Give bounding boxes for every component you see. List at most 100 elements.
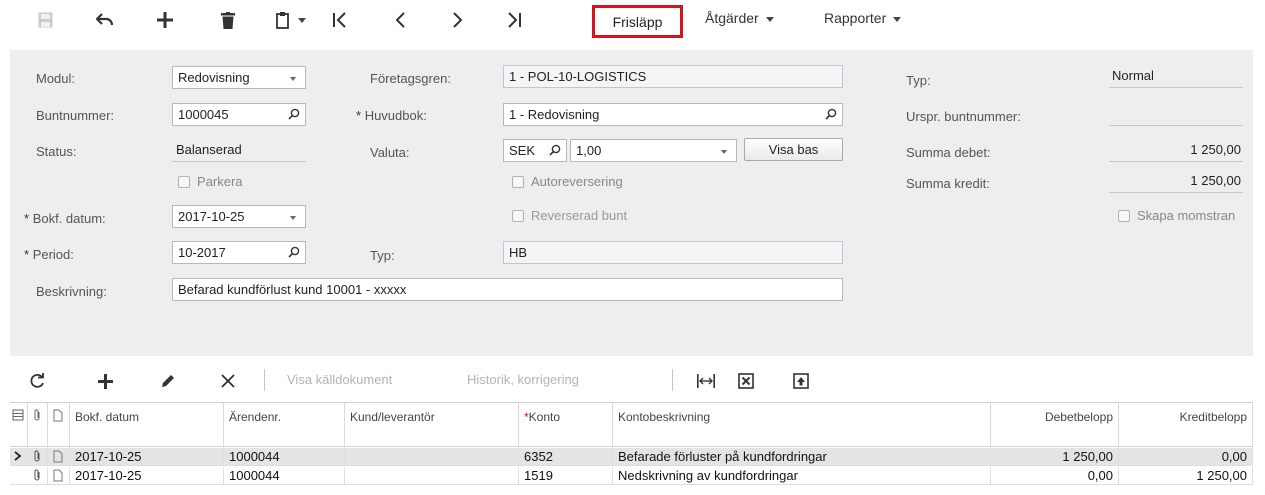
grid-header: Bokf. datum Ärendenr. Kund/leverantör *K… <box>10 402 1253 448</box>
posting-date-field[interactable]: 2017-10-25 <box>172 205 306 228</box>
column-header-ref[interactable]: Ärendenr. <box>224 403 345 448</box>
undo-icon[interactable] <box>94 8 116 32</box>
credit-total-label: Summa kredit: <box>906 176 990 191</box>
chevron-down-icon <box>721 150 727 154</box>
posting-date-label: Bokf. datum: <box>32 211 106 226</box>
actions-label: Åtgärder <box>705 10 759 26</box>
cell-ref[interactable]: 1000044 <box>224 467 345 485</box>
currency-rate-value: 1,00 <box>576 143 602 158</box>
first-record-icon[interactable] <box>330 8 350 32</box>
module-value: Redovisning <box>178 70 250 85</box>
last-record-icon[interactable] <box>504 8 524 32</box>
type-value: Normal <box>1109 68 1243 88</box>
column-header-customer[interactable]: Kund/leverantör <box>345 403 519 448</box>
column-header-account[interactable]: *Konto <box>519 403 613 448</box>
status-value: Balanserad <box>172 142 306 162</box>
posting-date-label-group: * Bokf. datum: <box>24 211 106 226</box>
description-field[interactable]: Befarad kundförlust kund 10001 - xxxxx <box>172 278 843 301</box>
next-record-icon[interactable] <box>448 8 468 32</box>
search-icon[interactable] <box>825 108 837 120</box>
delete-icon[interactable] <box>219 8 237 32</box>
cell-credit[interactable]: 1 250,00 <box>1119 467 1253 485</box>
cell-debit[interactable]: 1 250,00 <box>991 448 1119 466</box>
cell-debit[interactable]: 0,00 <box>991 467 1119 485</box>
required-marker: * <box>356 108 362 123</box>
note-icon[interactable] <box>48 467 70 485</box>
description-label: Beskrivning: <box>36 284 107 299</box>
search-icon[interactable] <box>288 108 300 120</box>
required-marker: * <box>24 211 30 226</box>
ledger-value: 1 - Redovisning <box>509 107 600 122</box>
hold-checkbox[interactable] <box>178 176 190 188</box>
orig-batch-number-value <box>1109 106 1243 126</box>
cell-account-desc[interactable]: Befarade förluster på kundfordringar <box>613 448 991 466</box>
previous-record-icon[interactable] <box>390 8 410 32</box>
currency-label: Valuta: <box>370 145 410 160</box>
currency-rate-select[interactable]: 1,00 <box>570 139 737 162</box>
release-button[interactable]: Frisläpp <box>592 5 683 38</box>
cell-date[interactable]: 2017-10-25 <box>70 467 224 485</box>
cell-customer[interactable] <box>345 467 519 485</box>
ledger-field[interactable]: 1 - Redovisning <box>503 103 843 126</box>
auto-reversing-label: Autoreversering <box>531 174 623 189</box>
history-correction-button[interactable]: Historik, korrigering <box>467 372 579 387</box>
branch-label: Företagsgren: <box>370 71 451 86</box>
module-label: Modul: <box>36 71 76 86</box>
delete-row-icon[interactable] <box>218 369 238 393</box>
upload-icon[interactable] <box>790 369 812 393</box>
attachment-header-icon <box>28 403 48 448</box>
cell-credit[interactable]: 0,00 <box>1119 448 1253 466</box>
column-chooser-icon[interactable] <box>10 403 28 448</box>
type-label: Typ: <box>906 73 931 88</box>
search-icon[interactable] <box>288 246 300 258</box>
table-row[interactable]: 2017-10-25 1000044 1519 Nedskrivning av … <box>10 467 1253 485</box>
account-header-label: Konto <box>528 410 561 424</box>
paperclip-icon[interactable] <box>28 467 48 485</box>
cell-ref[interactable]: 1000044 <box>224 448 345 466</box>
add-row-icon[interactable] <box>95 369 115 393</box>
paperclip-icon[interactable] <box>28 448 48 466</box>
cell-date[interactable]: 2017-10-25 <box>70 448 224 466</box>
cell-customer[interactable] <box>345 448 519 466</box>
export-excel-icon[interactable] <box>735 369 757 393</box>
journal-type-field: HB <box>503 241 843 264</box>
view-base-button[interactable]: Visa bas <box>744 138 843 161</box>
create-vat-label: Skapa momstran <box>1137 208 1236 223</box>
note-icon[interactable] <box>48 448 70 466</box>
cell-account-desc[interactable]: Nedskrivning av kundfordringar <box>613 467 991 485</box>
journal-type-label: Typ: <box>370 248 395 263</box>
edit-icon[interactable] <box>158 369 178 393</box>
period-field[interactable]: 10-2017 <box>172 241 306 264</box>
search-icon[interactable] <box>549 144 561 156</box>
note-header-icon <box>48 403 70 448</box>
create-vat-checkbox[interactable] <box>1118 210 1130 222</box>
column-header-date[interactable]: Bokf. datum <box>70 403 224 448</box>
batch-number-value: 1000045 <box>178 107 229 122</box>
currency-value: SEK <box>509 143 536 158</box>
save-icon[interactable] <box>35 8 55 32</box>
column-header-account-desc[interactable]: Kontobeskrivning <box>613 403 991 448</box>
period-label-group: * Period: <box>24 247 74 262</box>
table-row[interactable]: 2017-10-25 1000044 6352 Befarade förlust… <box>10 448 1253 466</box>
view-source-button[interactable]: Visa källdokument <box>287 372 392 387</box>
actions-menu[interactable]: Åtgärder <box>705 10 774 26</box>
copy-paste-icon[interactable] <box>270 8 310 32</box>
module-select[interactable]: Redovisning <box>172 66 306 89</box>
reversing-batch-label: Reverserad bunt <box>531 208 628 223</box>
column-header-debit[interactable]: Debetbelopp <box>991 403 1119 448</box>
reports-menu[interactable]: Rapporter <box>824 10 902 26</box>
fit-columns-icon[interactable] <box>695 369 717 393</box>
toolbar-separator <box>264 369 265 391</box>
reversing-batch-checkbox <box>512 210 524 222</box>
cell-account[interactable]: 1519 <box>519 467 613 485</box>
branch-field: 1 - POL-10-LOGISTICS <box>503 65 843 88</box>
currency-field[interactable]: SEK <box>503 139 567 162</box>
refresh-icon[interactable] <box>27 369 47 393</box>
batch-number-field[interactable]: 1000045 <box>172 103 306 126</box>
batch-number-label: Buntnummer: <box>36 108 115 123</box>
cell-account[interactable]: 6352 <box>519 448 613 466</box>
add-icon[interactable] <box>155 8 175 32</box>
column-header-credit[interactable]: Kreditbelopp <box>1119 403 1253 448</box>
chevron-down-icon <box>290 77 296 81</box>
auto-reversing-checkbox[interactable] <box>512 176 524 188</box>
